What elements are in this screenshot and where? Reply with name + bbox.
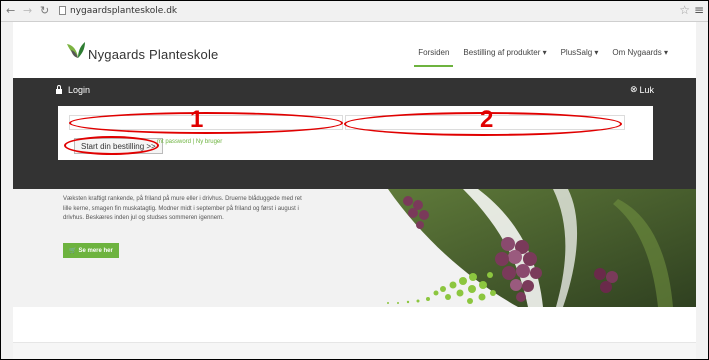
- login-title: Login: [68, 85, 91, 95]
- hamburger-icon[interactable]: ≡: [694, 3, 704, 17]
- close-circle-icon: ⊗: [629, 85, 638, 95]
- lock-icon: [56, 85, 62, 94]
- address-bar[interactable]: nygaardsplanteskole.dk: [59, 4, 669, 17]
- footer-strip: [13, 342, 696, 359]
- annotation-ellipse-start: [64, 136, 159, 155]
- website: Nygaards Planteskole Forsiden Bestilling…: [13, 22, 696, 359]
- url-text: nygaardsplanteskole.dk: [70, 5, 178, 16]
- hero-section: Væksten kraftigt rankende, på friland på…: [13, 189, 696, 307]
- grapes-image: [387, 189, 696, 307]
- page-icon: [59, 6, 66, 15]
- cart-icon: 🛒: [69, 248, 77, 254]
- password-links[interactable]: mt password | Ny bruger: [157, 139, 222, 145]
- brand-name: Nygaards Planteskole: [88, 47, 219, 62]
- login-header: Login: [56, 85, 90, 95]
- nav-item-om-nygaards[interactable]: Om Nygaards ▾: [612, 48, 668, 57]
- annotation-ellipse-1: [69, 112, 343, 134]
- close-login-button[interactable]: ⊗ Luk: [630, 85, 654, 95]
- close-label: Luk: [639, 85, 654, 95]
- star-icon[interactable]: ☆: [679, 3, 690, 17]
- main-nav: Forsiden Bestilling af produkter ▾ PlusS…: [414, 48, 668, 67]
- see-more-button[interactable]: 🛒 Se mere her: [63, 243, 119, 258]
- nav-item-bestilling[interactable]: Bestilling af produkter ▾: [463, 48, 546, 57]
- leaf-logo-icon: [67, 42, 85, 58]
- site-header: Nygaards Planteskole Forsiden Bestilling…: [13, 22, 696, 78]
- annotation-number-1: 1: [190, 106, 204, 133]
- browser-toolbar: ← → ↻ nygaardsplanteskole.dk ☆ ≡: [1, 1, 708, 22]
- arrow-right-icon[interactable]: →: [23, 4, 32, 18]
- annotation-number-2: 2: [480, 106, 494, 133]
- browser-window: ← → ↻ nygaardsplanteskole.dk ☆ ≡ Nygaard…: [0, 0, 709, 360]
- reload-icon[interactable]: ↻: [40, 4, 49, 18]
- nav-item-plussalg[interactable]: PlusSalg ▾: [561, 48, 599, 57]
- arrow-left-icon[interactable]: ←: [6, 4, 15, 18]
- nav-item-forsiden[interactable]: Forsiden: [414, 48, 454, 67]
- hero-description: Væksten kraftigt rankende, på friland på…: [63, 196, 302, 221]
- login-bar: Login ⊗ Luk Start din bestilling >> mt p…: [13, 78, 696, 189]
- see-more-label: Se mere her: [78, 247, 113, 254]
